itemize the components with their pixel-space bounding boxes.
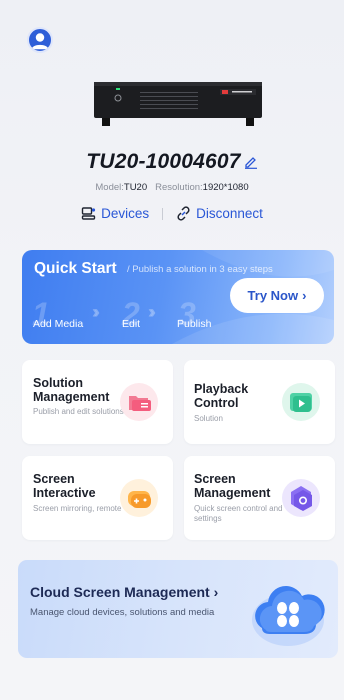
quick-start-title: Quick Start	[34, 260, 117, 277]
link-icon	[177, 206, 190, 221]
disconnect-button[interactable]: Disconnect	[176, 206, 263, 221]
user-avatar-icon[interactable]	[27, 27, 53, 53]
device-name: TU20-10004607	[0, 150, 344, 174]
divider	[162, 207, 164, 220]
device-image	[92, 78, 264, 130]
settings-hex-icon	[281, 478, 321, 518]
step-2-label: Edit	[122, 318, 141, 330]
disconnect-label: Disconnect	[196, 206, 263, 221]
cloud-title: Cloud Screen Management ›	[30, 584, 218, 600]
chevrons-icon: ››	[92, 302, 100, 322]
chevrons-icon: ››	[148, 302, 156, 322]
card-title: Screen Interactive	[33, 472, 96, 500]
playback-control-card[interactable]: Playback Control Solution	[184, 360, 335, 444]
edit-icon[interactable]	[244, 155, 258, 170]
model-label: Model:	[95, 182, 124, 193]
card-title: Screen Management	[194, 472, 271, 500]
resolution-label: Resolution:	[155, 182, 203, 193]
gamepad-icon	[119, 478, 159, 518]
chevron-right-icon: ›	[213, 584, 219, 600]
quick-start-subtitle: / Publish a solution in 3 easy steps	[127, 264, 273, 275]
step-3-label: Publish	[177, 318, 212, 330]
screen-management-card[interactable]: Screen Management Quick screen control a…	[184, 456, 335, 540]
card-desc: Solution	[194, 414, 223, 423]
cloud-screen-management-banner[interactable]: Cloud Screen Management › Manage cloud d…	[18, 560, 338, 658]
card-desc: Publish and edit solutions	[33, 407, 124, 416]
screen-interactive-card[interactable]: Screen Interactive Screen mirroring, rem…	[22, 456, 173, 540]
card-desc: Screen mirroring, remote	[33, 504, 122, 513]
try-now-button[interactable]: Try Now ›	[230, 278, 324, 313]
device-name-text: TU20-10004607	[86, 150, 241, 173]
cloud-desc: Manage cloud devices, solutions and medi…	[30, 607, 215, 618]
cloud-icon	[246, 572, 326, 650]
devices-icon	[81, 207, 96, 220]
devices-label: Devices	[101, 206, 150, 221]
solution-management-card[interactable]: Solution Management Publish and edit sol…	[22, 360, 173, 444]
folder-icon	[119, 382, 159, 422]
home-screen: TU20-10004607 Model:TU20 Resolution:1920*…	[0, 0, 344, 700]
play-icon	[281, 382, 321, 422]
devices-button[interactable]: Devices	[81, 206, 149, 221]
try-now-label: Try Now	[247, 288, 299, 303]
chevron-right-icon: ›	[302, 288, 307, 303]
quick-start-banner[interactable]: Quick Start / Publish a solution in 3 ea…	[22, 250, 334, 344]
model-value: TU20	[123, 182, 148, 193]
step-1-label: Add Media	[33, 318, 84, 330]
cloud-title-text: Cloud Screen Management	[30, 584, 210, 600]
card-title: Playback Control	[194, 382, 249, 410]
device-actions: Devices Disconnect	[0, 206, 344, 221]
device-meta: Model:TU20 Resolution:1920*1080	[0, 182, 344, 193]
card-title: Solution Management	[33, 376, 110, 404]
card-desc: Quick screen control and settings	[194, 504, 283, 523]
resolution-value: 1920*1080	[202, 182, 249, 193]
